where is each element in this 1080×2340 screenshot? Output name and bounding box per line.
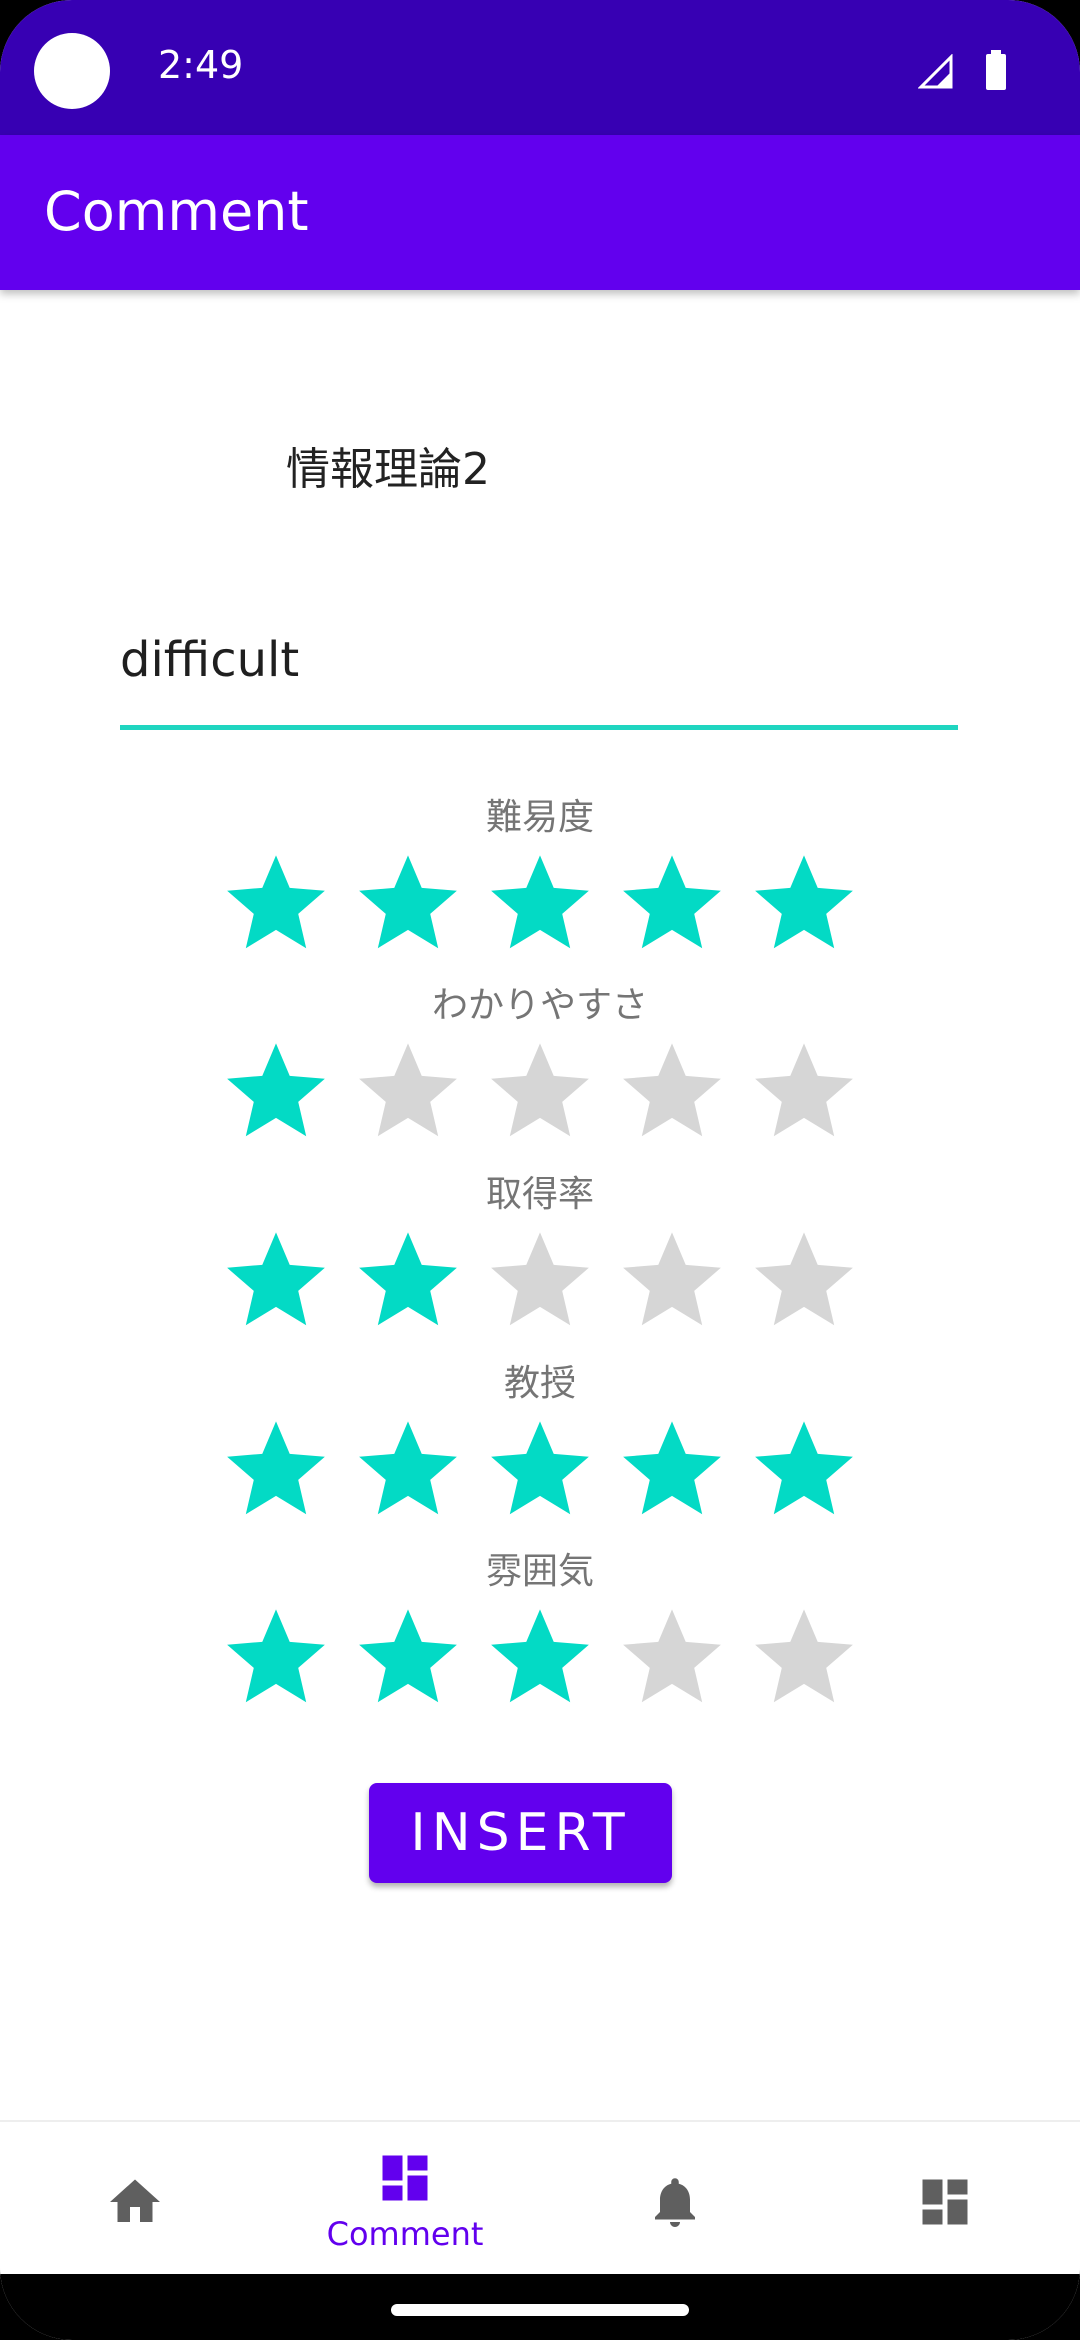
status-time: 2:49 (158, 43, 244, 87)
nav-item-comment-label: Comment (326, 2215, 484, 2253)
star-empty-icon[interactable] (748, 1034, 860, 1146)
nav-item-notifications[interactable] (540, 2122, 810, 2276)
battery-icon (984, 50, 1008, 94)
dashboard-icon (375, 2148, 435, 2208)
rating-bar[interactable] (220, 846, 860, 958)
course-name: 情報理論2 (286, 444, 490, 495)
gesture-bar (0, 2274, 1080, 2340)
star-filled-icon[interactable] (484, 1412, 596, 1524)
rating-bar[interactable] (220, 1600, 860, 1712)
rating-bar[interactable] (220, 1034, 860, 1146)
rating-label: 取得率 (485, 1174, 594, 1215)
bottom-navigation: Comment (0, 2120, 1080, 2276)
star-empty-icon[interactable] (352, 1034, 464, 1146)
comment-input[interactable]: difficult (120, 622, 958, 730)
star-empty-icon[interactable] (484, 1034, 596, 1146)
status-icons (917, 50, 1008, 94)
app-title: Comment (44, 180, 309, 243)
rating-bar[interactable] (220, 1412, 860, 1524)
star-filled-icon[interactable] (352, 1600, 464, 1712)
rating-label: 雰囲気 (485, 1551, 594, 1592)
nav-item-home[interactable] (0, 2122, 270, 2276)
nav-item-comment[interactable]: Comment (270, 2122, 540, 2276)
status-bar: 2:49 (0, 0, 1080, 135)
star-filled-icon[interactable] (220, 1223, 332, 1335)
rating-row: 教授 (0, 1366, 1080, 1536)
rating-row: 雰囲気 (0, 1554, 1080, 1724)
rating-row: 取得率 (0, 1177, 1080, 1347)
app-bar: Comment (0, 135, 1080, 290)
star-filled-icon[interactable] (220, 1600, 332, 1712)
star-filled-icon[interactable] (352, 846, 464, 958)
star-filled-icon[interactable] (352, 1412, 464, 1524)
rating-label: 教授 (503, 1363, 576, 1404)
nav-item-dashboard[interactable] (810, 2122, 1080, 2276)
star-filled-icon[interactable] (352, 1223, 464, 1335)
star-empty-icon[interactable] (484, 1223, 596, 1335)
dashboard-alt-icon (915, 2172, 975, 2232)
star-filled-icon[interactable] (616, 1412, 728, 1524)
rating-label: わかりやすさ (431, 985, 648, 1026)
star-empty-icon[interactable] (616, 1600, 728, 1712)
bell-icon (645, 2172, 705, 2232)
star-empty-icon[interactable] (748, 1600, 860, 1712)
rating-bar[interactable] (220, 1223, 860, 1335)
rating-row: わかりやすさ (0, 988, 1080, 1158)
rating-row: 難易度 (0, 800, 1080, 970)
insert-button[interactable]: INSERT (369, 1783, 672, 1883)
star-filled-icon[interactable] (220, 846, 332, 958)
star-filled-icon[interactable] (220, 1034, 332, 1146)
star-filled-icon[interactable] (484, 1600, 596, 1712)
home-icon (105, 2172, 165, 2232)
star-filled-icon[interactable] (748, 846, 860, 958)
screen: 2:49 Comment 情報理論2 difficult 難易度わかりやすさ 取得… (0, 0, 1080, 2340)
star-filled-icon[interactable] (484, 846, 596, 958)
camera-cutout (34, 33, 110, 109)
star-empty-icon[interactable] (748, 1223, 860, 1335)
star-filled-icon[interactable] (616, 846, 728, 958)
signal-icon (917, 53, 954, 94)
star-filled-icon[interactable] (220, 1412, 332, 1524)
home-gesture-handle[interactable] (391, 2304, 689, 2316)
star-empty-icon[interactable] (616, 1034, 728, 1146)
rating-label: 難易度 (485, 797, 594, 838)
star-empty-icon[interactable] (616, 1223, 728, 1335)
star-filled-icon[interactable] (748, 1412, 860, 1524)
